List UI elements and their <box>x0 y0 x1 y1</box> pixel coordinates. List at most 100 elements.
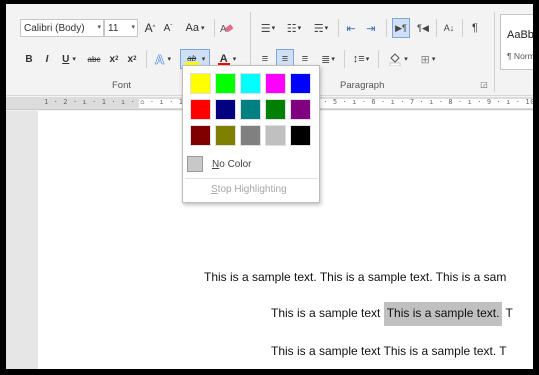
stop-highlighting-option[interactable]: Stop Highlighting <box>211 184 287 195</box>
font-name-value: Calibri (Body) <box>24 22 85 34</box>
subscript-button[interactable]: x2 <box>106 50 122 68</box>
paragraph-dialog-launcher[interactable]: ◲ <box>479 78 489 90</box>
separator <box>436 19 437 37</box>
shrink-font-button[interactable]: Aˇ <box>160 19 176 37</box>
change-case-label: Aa <box>185 22 199 34</box>
font-size-dropdown[interactable]: 11 ▾ <box>104 19 138 37</box>
chevron-down-icon: ▾ <box>431 56 436 63</box>
clear-formatting-button[interactable]: A <box>218 19 236 37</box>
text-plain: This is a sample text <box>271 306 384 320</box>
align-center-icon: ≡ <box>281 53 289 65</box>
separator <box>386 19 387 37</box>
shrink-font-label: A <box>163 22 171 34</box>
change-case-button[interactable]: Aa ▾ <box>182 19 208 37</box>
underline-button[interactable]: U ▾ <box>58 50 80 68</box>
text-line-3[interactable]: This is a sample text This is a sample t… <box>271 344 507 358</box>
superscript-button[interactable]: x2 <box>124 50 140 68</box>
pilcrow-icon: ¶ <box>472 22 478 34</box>
chevron-down-icon: ▾ <box>324 25 329 32</box>
chevron-down-icon: ▾ <box>331 56 335 63</box>
font-name-dropdown[interactable]: Calibri (Body) ▾ <box>20 19 104 37</box>
ltr-button[interactable]: ▶¶ <box>392 18 410 38</box>
highlight-swatch[interactable] <box>215 73 236 94</box>
chevron-down-icon: ▾ <box>201 56 206 63</box>
highlight-swatch[interactable] <box>215 99 236 120</box>
increase-indent-icon: ⇥ <box>366 22 376 35</box>
bold-label: B <box>25 53 33 65</box>
chevron-down-icon: ▾ <box>200 25 205 32</box>
bullets-button[interactable]: ☰ ▾ <box>256 19 280 37</box>
chevron-down-icon: ▾ <box>365 56 370 63</box>
rtl-button[interactable]: ¶◀ <box>414 19 432 37</box>
line-spacing-icon: ↕≡ <box>352 53 365 65</box>
multilevel-list-button[interactable]: ☴ ▾ <box>308 19 334 37</box>
borders-button[interactable]: ⊞ ▾ <box>414 50 442 68</box>
separator <box>146 50 147 68</box>
underline-label: U <box>62 53 70 65</box>
sort-az-icon: A↓ <box>443 23 455 33</box>
text-effects-icon: A <box>155 51 165 67</box>
decrease-indent-button[interactable]: ⇤ <box>342 19 360 37</box>
text-line-2[interactable]: This is a sample text This is a sample t… <box>271 302 513 326</box>
decrease-indent-icon: ⇤ <box>346 22 356 35</box>
highlight-swatch[interactable] <box>265 73 286 94</box>
shading-button[interactable]: ▾ <box>384 50 412 68</box>
paragraph-group-label: Paragraph <box>340 80 385 91</box>
highlight-swatch[interactable] <box>240 99 261 120</box>
no-color-option[interactable]: No Color <box>187 154 315 174</box>
highlight-swatch[interactable] <box>215 125 236 146</box>
separator <box>462 19 463 37</box>
chevron-down-icon: ▾ <box>167 56 171 63</box>
strikethrough-button[interactable]: abc <box>84 50 104 68</box>
numbering-icon: ☷ <box>286 22 297 35</box>
italic-label: I <box>45 53 49 65</box>
multilevel-list-icon: ☴ <box>313 22 324 35</box>
word-window: Calibri (Body) ▾ 11 ▾ A ^ Aˇ Aa ▾ A B I … <box>6 4 533 369</box>
bullets-icon: ☰ <box>260 22 271 35</box>
paint-bucket-icon <box>389 53 401 66</box>
dialog-launcher-icon: ◲ <box>480 79 488 89</box>
bold-button[interactable]: B <box>22 50 36 68</box>
text-rest: T <box>502 306 513 320</box>
highlighted-text: This is a sample text. <box>383 302 503 326</box>
chevron-down-icon: ▾ <box>131 24 135 31</box>
line-spacing-button[interactable]: ↕≡ ▾ <box>348 50 374 68</box>
no-color-swatch <box>187 156 203 172</box>
separator <box>378 50 379 68</box>
highlight-swatch[interactable] <box>265 125 286 146</box>
chevron-down-icon: ▾ <box>232 56 237 63</box>
highlight-swatch[interactable] <box>190 125 211 146</box>
highlight-swatch[interactable] <box>290 125 311 146</box>
grow-font-label: A <box>144 21 153 35</box>
text-line-1[interactable]: This is a sample text. This is a sample … <box>204 270 506 284</box>
highlight-swatch[interactable] <box>240 125 261 146</box>
highlight-color-menu: No Color Stop Highlighting <box>182 65 320 203</box>
numbering-button[interactable]: ☷ ▾ <box>282 19 306 37</box>
left-to-right-icon: ▶¶ <box>395 22 407 33</box>
align-left-icon: ≡ <box>261 53 269 65</box>
highlight-swatch[interactable] <box>290 73 311 94</box>
show-formatting-button[interactable]: ¶ <box>466 19 484 37</box>
no-color-label: No Color <box>212 159 251 170</box>
sort-button[interactable]: A↓ <box>440 19 458 37</box>
highlight-swatch[interactable] <box>290 99 311 120</box>
chevron-down-icon: ▾ <box>297 25 302 32</box>
styles-gallery-item[interactable]: AaBbC ¶ Norm <box>500 14 533 70</box>
separator <box>214 19 215 37</box>
chevron-down-icon: ▾ <box>97 24 101 31</box>
highlight-swatch[interactable] <box>190 73 211 94</box>
highlight-swatch[interactable] <box>190 99 211 120</box>
no-color-text: o Color <box>219 158 252 170</box>
highlight-swatch[interactable] <box>240 73 261 94</box>
grow-font-button[interactable]: A ^ <box>142 19 158 37</box>
highlight-swatch[interactable] <box>265 99 286 120</box>
chevron-down-icon: ▾ <box>72 56 76 63</box>
style-name: ¶ Norm <box>507 51 533 61</box>
text-effects-button[interactable]: A ▾ <box>150 50 176 68</box>
stop-highlighting-text: top Highlighting <box>217 184 287 195</box>
increase-indent-button[interactable]: ⇥ <box>362 19 380 37</box>
align-right-icon: ≡ <box>301 53 309 65</box>
separator <box>344 50 345 68</box>
italic-button[interactable]: I <box>40 50 54 68</box>
right-to-left-icon: ¶◀ <box>417 22 429 33</box>
